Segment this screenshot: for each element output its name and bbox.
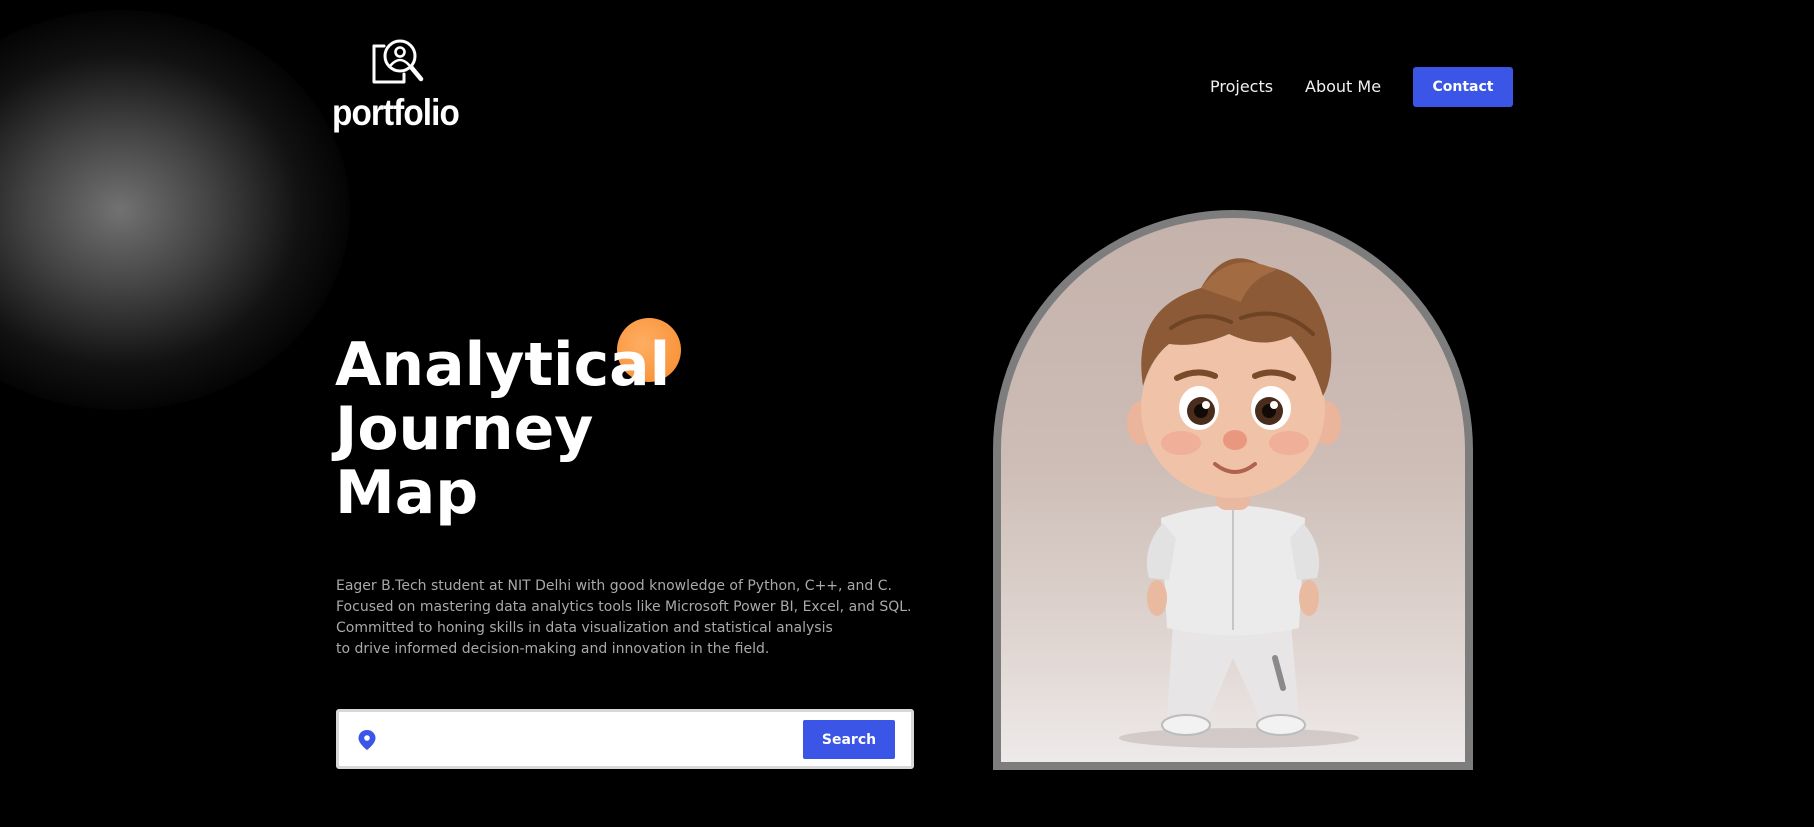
search-button[interactable]: Search	[803, 720, 895, 759]
nav-link-about-me[interactable]: About Me	[1305, 77, 1381, 96]
location-search-bar: Search	[336, 709, 914, 769]
search-input[interactable]	[391, 720, 771, 758]
hero-description-line: to drive informed decision-making and in…	[336, 641, 770, 657]
hero-title-line: Map	[335, 458, 479, 528]
nav-link-projects[interactable]: Projects	[1210, 77, 1273, 96]
avatar-illustration	[1001, 218, 1465, 762]
hero-title-line: Analytical	[335, 330, 671, 400]
hero-description-line: Focused on mastering data analytics tool…	[336, 599, 912, 615]
location-pin-icon	[357, 729, 377, 751]
hero-title: Analytical Journey Map	[335, 333, 755, 525]
hero-description-line: Eager B.Tech student at NIT Delhi with g…	[336, 578, 892, 594]
main-nav: Projects About Me Contact	[0, 67, 1814, 107]
landing-page: portfolio Projects About Me Contact Anal…	[0, 0, 1814, 827]
hero-description: Eager B.Tech student at NIT Delhi with g…	[336, 576, 936, 660]
hero-title-line: Journey	[335, 394, 594, 464]
hero-description-line: Committed to honing skills in data visua…	[336, 620, 833, 636]
contact-button[interactable]: Contact	[1413, 67, 1513, 107]
hero-image-frame	[993, 210, 1473, 770]
